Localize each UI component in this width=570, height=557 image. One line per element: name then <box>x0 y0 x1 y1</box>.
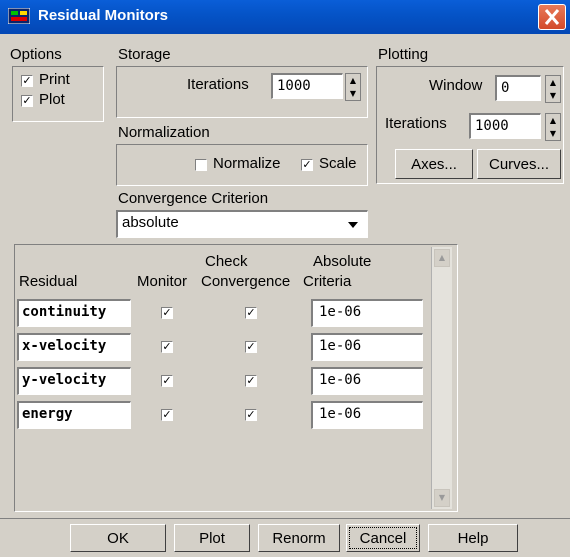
plotting-iterations-field[interactable]: 1000 <box>469 113 541 139</box>
plotting-window-label: Window <box>429 77 483 94</box>
options-label: Options <box>10 46 62 63</box>
normalization-label: Normalization <box>118 124 210 141</box>
storage-iterations-spinner[interactable]: ▲ ▼ <box>345 73 361 101</box>
chevron-down-icon <box>348 222 358 228</box>
scale-checkbox[interactable]: ✓ <box>301 159 313 171</box>
header-residual: Residual <box>19 273 78 290</box>
monitor-checkbox-energy[interactable]: ✓ <box>161 409 173 421</box>
spin-down-icon[interactable]: ▼ <box>346 87 360 100</box>
axes-button[interactable]: Axes... <box>395 149 473 179</box>
options-group: ✓ Print ✓ Plot <box>12 66 104 122</box>
close-button[interactable] <box>538 4 566 30</box>
spin-down-icon[interactable]: ▼ <box>546 127 560 140</box>
header-monitor: Monitor <box>137 273 188 290</box>
criteria-field-energy[interactable]: 1e-06 <box>311 401 423 429</box>
storage-iterations-label: Iterations <box>187 76 249 93</box>
ok-button[interactable]: OK <box>70 524 166 552</box>
residual-table: Residual Monitor Check Convergence Absol… <box>14 244 458 512</box>
help-button[interactable]: Help <box>428 524 518 552</box>
convergence-label: Convergence Criterion <box>118 190 269 207</box>
table-scrollbar[interactable]: ▲ ▼ <box>431 247 452 509</box>
divider <box>0 518 570 519</box>
monitor-checkbox-continuity[interactable]: ✓ <box>161 307 173 319</box>
check-icon: ✓ <box>246 306 256 319</box>
criteria-field-x-velocity[interactable]: 1e-06 <box>311 333 423 361</box>
residual-name-continuity: continuity <box>17 299 131 327</box>
check-icon: ✓ <box>246 408 256 421</box>
plotting-window-spinner[interactable]: ▲ ▼ <box>545 75 561 103</box>
plot-checkbox[interactable]: ✓ <box>21 95 33 107</box>
spin-up-icon[interactable]: ▲ <box>346 74 360 88</box>
normalize-label: Normalize <box>213 155 281 172</box>
check-convergence-checkbox-energy[interactable]: ✓ <box>245 409 257 421</box>
residual-name-y-velocity: y-velocity <box>17 367 131 395</box>
spin-down-icon[interactable]: ▼ <box>546 89 560 102</box>
scroll-down-icon[interactable]: ▼ <box>434 489 450 507</box>
check-convergence-checkbox-continuity[interactable]: ✓ <box>245 307 257 319</box>
header-check: Check <box>205 253 248 270</box>
spin-up-icon[interactable]: ▲ <box>546 114 560 128</box>
title-bar[interactable]: Residual Monitors <box>0 0 570 35</box>
criteria-field-y-velocity[interactable]: 1e-06 <box>311 367 423 395</box>
check-icon: ✓ <box>246 374 256 387</box>
storage-label: Storage <box>118 46 171 63</box>
scale-label: Scale <box>319 155 357 172</box>
dialog-body: Options ✓ Print ✓ Plot Storage Iteration… <box>0 34 570 557</box>
criteria-field-continuity[interactable]: 1e-06 <box>311 299 423 327</box>
header-criteria: Criteria <box>303 273 352 290</box>
residual-name-energy: energy <box>17 401 131 429</box>
normalization-group: Normalize ✓ Scale <box>116 144 368 186</box>
check-icon: ✓ <box>162 340 172 353</box>
check-icon: ✓ <box>22 74 32 87</box>
plotting-group: Window 0 ▲ ▼ Iterations 1000 ▲ ▼ Axes...… <box>376 66 564 184</box>
header-absolute: Absolute <box>313 253 372 270</box>
residual-name-x-velocity: x-velocity <box>17 333 131 361</box>
cancel-button[interactable]: Cancel <box>346 524 420 552</box>
app-window-icon <box>8 8 30 24</box>
renorm-button[interactable]: Renorm <box>258 524 340 552</box>
storage-group: Iterations 1000 ▲ ▼ <box>116 66 368 118</box>
plotting-iterations-spinner[interactable]: ▲ ▼ <box>545 113 561 141</box>
window-title: Residual Monitors <box>38 7 169 24</box>
print-checkbox[interactable]: ✓ <box>21 75 33 87</box>
storage-iterations-field[interactable]: 1000 <box>271 73 343 99</box>
curves-button[interactable]: Curves... <box>477 149 561 179</box>
convergence-select[interactable]: absolute <box>116 210 368 238</box>
plotting-iterations-label: Iterations <box>385 115 447 132</box>
monitor-checkbox-y-velocity[interactable]: ✓ <box>161 375 173 387</box>
print-label: Print <box>39 71 70 88</box>
convergence-selected: absolute <box>122 214 179 231</box>
check-icon: ✓ <box>302 158 312 171</box>
check-icon: ✓ <box>22 94 32 107</box>
plot-button[interactable]: Plot <box>174 524 250 552</box>
spin-up-icon[interactable]: ▲ <box>546 76 560 90</box>
check-convergence-checkbox-y-velocity[interactable]: ✓ <box>245 375 257 387</box>
check-icon: ✓ <box>162 374 172 387</box>
check-convergence-checkbox-x-velocity[interactable]: ✓ <box>245 341 257 353</box>
check-icon: ✓ <box>246 340 256 353</box>
scroll-up-icon[interactable]: ▲ <box>434 249 450 267</box>
plotting-label: Plotting <box>378 46 429 63</box>
close-icon <box>544 9 560 25</box>
monitor-checkbox-x-velocity[interactable]: ✓ <box>161 341 173 353</box>
header-convergence: Convergence <box>201 273 291 290</box>
normalize-checkbox[interactable] <box>195 159 207 171</box>
check-icon: ✓ <box>162 306 172 319</box>
plotting-window-field[interactable]: 0 <box>495 75 541 101</box>
plot-label: Plot <box>39 91 65 108</box>
check-icon: ✓ <box>162 408 172 421</box>
